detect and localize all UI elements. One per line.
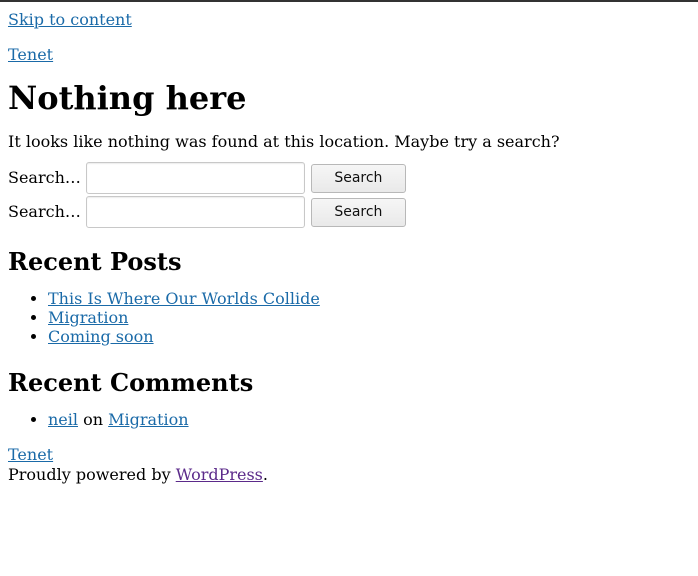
search-input[interactable] [85, 196, 305, 228]
site-title-link[interactable]: Tenet [8, 45, 690, 65]
search-input[interactable] [85, 162, 305, 194]
powered-prefix: Proudly powered by [8, 465, 171, 484]
search-button[interactable]: Search [310, 197, 406, 227]
recent-comments-heading: Recent Comments [8, 368, 254, 397]
wordpress-link[interactable]: WordPress [176, 465, 263, 484]
search-label: Search… [8, 168, 81, 187]
list-item: Coming soon [48, 327, 690, 346]
recent-posts-list: This Is Where Our Worlds Collide Migrati… [8, 289, 690, 346]
list-item: This Is Where Our Worlds Collide [48, 289, 690, 308]
recent-post-link[interactable]: Coming soon [48, 327, 154, 346]
recent-comments-list: neil on Migration [8, 410, 690, 429]
search-form: Search… Search [8, 161, 690, 195]
recent-post-link[interactable]: Migration [48, 308, 128, 327]
powered-by-text: Proudly powered by WordPress. [8, 465, 690, 484]
search-button[interactable]: Search [310, 163, 406, 193]
comment-connector: on [83, 410, 104, 429]
search-form: Search… Search [8, 195, 690, 229]
page-title: Nothing here [8, 79, 247, 117]
recent-posts-heading: Recent Posts [8, 247, 182, 276]
footer-site-title-link[interactable]: Tenet [8, 445, 690, 465]
skip-to-content-link[interactable]: Skip to content [8, 10, 132, 30]
powered-suffix: . [262, 465, 268, 484]
list-item: neil on Migration [48, 410, 690, 429]
not-found-message: It looks like nothing was found at this … [8, 132, 560, 151]
recent-post-link[interactable]: This Is Where Our Worlds Collide [48, 289, 320, 308]
comment-post-link[interactable]: Migration [108, 410, 188, 429]
list-item: Migration [48, 308, 690, 327]
comment-author-link[interactable]: neil [48, 410, 78, 429]
search-label: Search… [8, 202, 81, 221]
